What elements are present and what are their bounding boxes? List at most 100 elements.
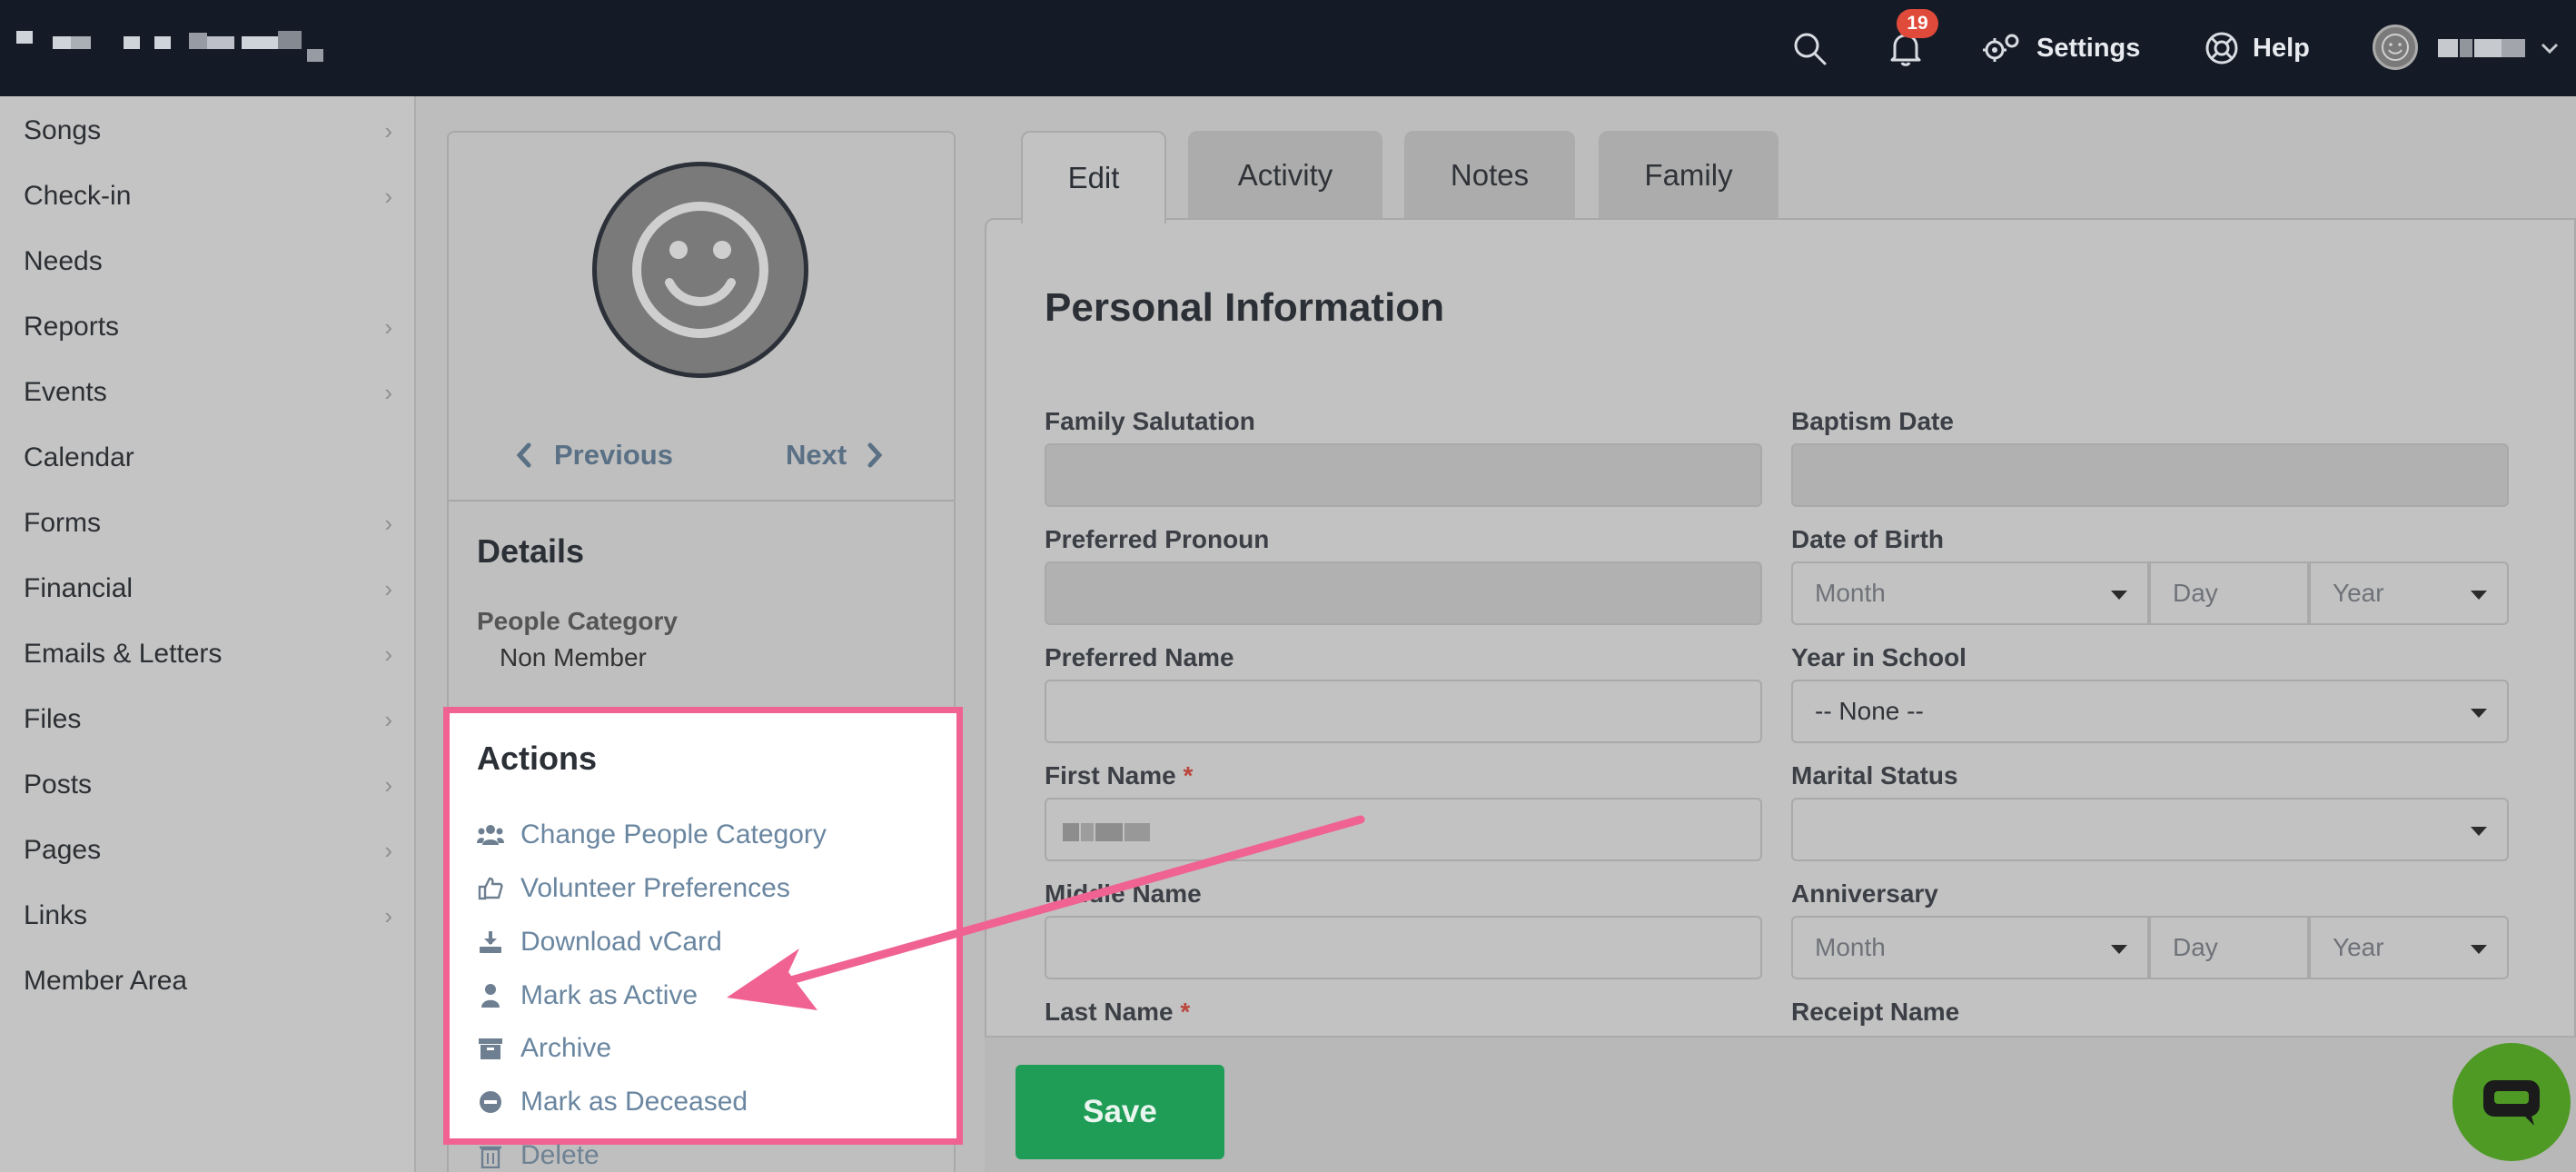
preferred-pronoun-label: Preferred Pronoun <box>1045 525 1270 553</box>
preferred-pronoun-input[interactable] <box>1045 561 1762 625</box>
first-name-value-redacted <box>1063 823 1150 841</box>
family-salutation-input[interactable] <box>1045 443 1762 507</box>
baptism-date-input[interactable] <box>1791 443 2509 507</box>
chevron-down-icon <box>2541 43 2559 55</box>
archive-icon <box>477 1035 504 1062</box>
sidebar-item-reports[interactable]: Reports › <box>24 300 396 354</box>
chat-widget-button[interactable] <box>2452 1043 2571 1161</box>
action-volunteer-preferences[interactable]: Volunteer Preferences <box>477 868 790 909</box>
chevron-right-icon: › <box>384 182 392 210</box>
chevron-right-icon: › <box>384 574 392 602</box>
sidebar-item-label: Links <box>24 900 88 930</box>
anniversary-month-value: Month <box>1815 933 1886 961</box>
tab-label: Family <box>1644 158 1733 192</box>
settings-button[interactable]: Settings <box>1980 0 2140 96</box>
last-name-label-text: Last Name <box>1045 998 1174 1026</box>
smiley-icon <box>632 202 768 338</box>
sidebar-item-events[interactable]: Events › <box>24 365 396 420</box>
sidebar-item-member-area[interactable]: Member Area <box>24 954 396 1008</box>
last-name-label: Last Name * <box>1045 998 1190 1027</box>
year-in-school-select[interactable]: -- None -- <box>1791 680 2509 743</box>
year-in-school-label: Year in School <box>1791 643 1967 671</box>
family-salutation-label: Family Salutation <box>1045 407 1255 435</box>
dob-month-value: Month <box>1815 579 1886 607</box>
profile-avatar[interactable] <box>592 162 808 378</box>
next-button[interactable]: Next <box>786 434 885 476</box>
user-avatar[interactable] <box>2373 25 2418 70</box>
sidebar-item-songs[interactable]: Songs › <box>24 104 396 158</box>
sidebar-item-needs[interactable]: Needs <box>24 234 396 289</box>
chevron-right-icon: › <box>384 705 392 733</box>
sidebar-item-label: Reports <box>24 312 120 342</box>
settings-label: Settings <box>2036 33 2141 63</box>
anniversary-year-value: Year <box>2333 933 2384 961</box>
year-in-school-value: -- None -- <box>1815 697 1924 725</box>
sidebar-item-label: Files <box>24 704 82 734</box>
previous-button[interactable]: Previous <box>514 434 673 476</box>
search-button[interactable] <box>1791 0 1828 96</box>
chevron-right-icon: › <box>384 313 392 341</box>
sidebar-item-check-in[interactable]: Check-in › <box>24 169 396 223</box>
sidebar-item-calendar[interactable]: Calendar <box>24 431 396 485</box>
smiley-icon <box>2382 34 2409 61</box>
receipt-name-label: Receipt Name <box>1791 998 1960 1026</box>
sidebar-item-label: Pages <box>24 835 102 865</box>
user-menu-name[interactable] <box>2438 39 2525 57</box>
tab-notes[interactable]: Notes <box>1404 131 1575 220</box>
anniversary-year-select[interactable]: Year <box>2309 916 2509 979</box>
preferred-name-input[interactable] <box>1045 680 1762 743</box>
action-label: Delete <box>520 1140 599 1170</box>
action-mark-as-deceased[interactable]: Mark as Deceased <box>477 1081 748 1123</box>
dob-day-input[interactable]: Day <box>2149 561 2309 625</box>
action-label: Archive <box>520 1033 612 1063</box>
chevron-right-icon: › <box>384 836 392 864</box>
sidebar-item-links[interactable]: Links › <box>24 889 396 943</box>
minus-circle-icon <box>477 1088 504 1116</box>
sidebar-item-pages[interactable]: Pages › <box>24 823 396 878</box>
chevron-right-icon: › <box>384 640 392 668</box>
trash-icon <box>477 1142 504 1169</box>
action-download-vcard[interactable]: Download vCard <box>477 921 722 963</box>
sidebar-item-files[interactable]: Files › <box>24 692 396 747</box>
action-mark-as-active[interactable]: Mark as Active <box>477 975 698 1017</box>
sidebar-item-label: Financial <box>24 573 134 603</box>
people-category-label: People Category <box>477 607 678 635</box>
sidebar-item-emails-letters[interactable]: Emails & Letters › <box>24 627 396 681</box>
action-archive[interactable]: Archive <box>477 1028 611 1069</box>
first-name-input[interactable] <box>1045 798 1762 861</box>
sidebar-item-financial[interactable]: Financial › <box>24 561 396 616</box>
marital-status-label: Marital Status <box>1791 761 1958 790</box>
action-delete[interactable]: Delete <box>477 1135 599 1172</box>
chevron-right-icon: › <box>384 509 392 537</box>
marital-status-select[interactable] <box>1791 798 2509 861</box>
tab-label: Edit <box>1067 161 1120 194</box>
sidebar-item-label: Needs <box>24 246 103 276</box>
sidebar-item-label: Check-in <box>24 181 132 211</box>
anniversary-month-select[interactable]: Month <box>1791 916 2149 979</box>
first-name-label: First Name * <box>1045 761 1193 790</box>
dob-year-value: Year <box>2333 579 2384 607</box>
sidebar-item-label: Events <box>24 377 107 407</box>
chevron-right-icon: › <box>384 378 392 406</box>
help-button[interactable]: Help <box>2204 0 2310 96</box>
dob-year-select[interactable]: Year <box>2309 561 2509 625</box>
middle-name-input[interactable] <box>1045 916 1762 979</box>
dob-month-select[interactable]: Month <box>1791 561 2149 625</box>
required-marker: * <box>1180 998 1191 1026</box>
first-name-label-text: First Name <box>1045 761 1176 790</box>
lifebuoy-icon <box>2205 32 2238 65</box>
people-category-value: Non Member <box>500 643 647 671</box>
card-divider <box>449 500 954 502</box>
user-menu-dropdown[interactable] <box>2540 0 2560 96</box>
sidebar-item-forms[interactable]: Forms › <box>24 496 396 551</box>
action-change-people-category[interactable]: Change People Category <box>477 814 827 856</box>
sidebar-item-posts[interactable]: Posts › <box>24 758 396 812</box>
anniversary-day-input[interactable]: Day <box>2149 916 2309 979</box>
chevron-right-icon: › <box>384 770 392 799</box>
organization-logo[interactable] <box>16 31 325 67</box>
sidebar-item-label: Member Area <box>24 966 188 996</box>
tab-family[interactable]: Family <box>1599 131 1778 220</box>
tab-activity[interactable]: Activity <box>1188 131 1382 220</box>
save-button[interactable]: Save <box>1016 1065 1224 1159</box>
users-icon <box>477 821 504 849</box>
